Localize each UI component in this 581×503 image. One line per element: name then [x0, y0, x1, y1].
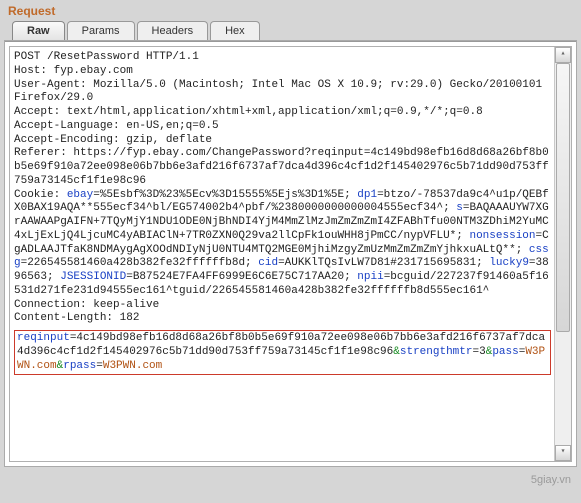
cookie-ebay-key: ebay [67, 189, 93, 201]
cookie-s-key: s [456, 202, 463, 214]
tab-raw[interactable]: Raw [12, 21, 65, 40]
watermark: 5giay.vn [0, 471, 581, 486]
body-rpass-value: W3PWN.com [103, 360, 162, 372]
header-connection: Connection: keep-alive [14, 299, 159, 311]
request-line: POST /ResetPassword HTTP/1.1 [14, 51, 199, 63]
scroll-thumb[interactable] [556, 63, 570, 332]
raw-request-content[interactable]: ▴ ▾ POST /ResetPassword HTTP/1.1 Host: f… [9, 46, 572, 462]
request-body: reqinput=4c149bd98efb16d8d68a26bf8b0b5e6… [17, 332, 545, 372]
body-strength-key: strengthmtr [400, 346, 473, 358]
scrollbar[interactable]: ▴ ▾ [554, 47, 571, 461]
cookie-lucky9-key: lucky9 [489, 257, 529, 269]
panel-title: Request [4, 2, 577, 21]
body-reqinput-key: reqinput [17, 332, 70, 344]
tab-headers[interactable]: Headers [137, 21, 209, 40]
request-panel: ▴ ▾ POST /ResetPassword HTTP/1.1 Host: f… [4, 40, 577, 467]
header-accept-encoding: Accept-Encoding: gzip, deflate [14, 134, 212, 146]
cookie-cid-key: cid [258, 257, 278, 269]
scroll-track[interactable] [555, 63, 571, 445]
header-accept-language: Accept-Language: en-US,en;q=0.5 [14, 120, 219, 132]
body-rpass-key: rpass [63, 360, 96, 372]
header-referer: Referer: https://fyp.ebay.com/ChangePass… [14, 147, 549, 187]
tabs: Raw Params Headers Hex [4, 21, 577, 40]
header-cookie: Cookie: ebay=%5Esbf%3D%23%5Ecv%3D15555%5… [14, 189, 549, 297]
header-host: Host: fyp.ebay.com [14, 65, 133, 77]
header-accept: Accept: text/html,application/xhtml+xml,… [14, 106, 483, 118]
cookie-dp1-key: dp1 [357, 189, 377, 201]
body-pass-key: pass [492, 346, 518, 358]
header-content-length: Content-Length: 182 [14, 312, 139, 324]
tab-params[interactable]: Params [67, 21, 135, 40]
scroll-up-icon[interactable]: ▴ [555, 47, 571, 63]
tab-hex[interactable]: Hex [210, 21, 260, 40]
cookie-npii-key: npii [357, 271, 383, 283]
header-user-agent: User-Agent: Mozilla/5.0 (Macintosh; Inte… [14, 79, 549, 105]
request-body-box: reqinput=4c149bd98efb16d8d68a26bf8b0b5e6… [14, 330, 551, 375]
cookie-jsessionid-key: JSESSIONID [60, 271, 126, 283]
cookie-nonsession-key: nonsession [469, 230, 535, 242]
scroll-down-icon[interactable]: ▾ [555, 445, 571, 461]
